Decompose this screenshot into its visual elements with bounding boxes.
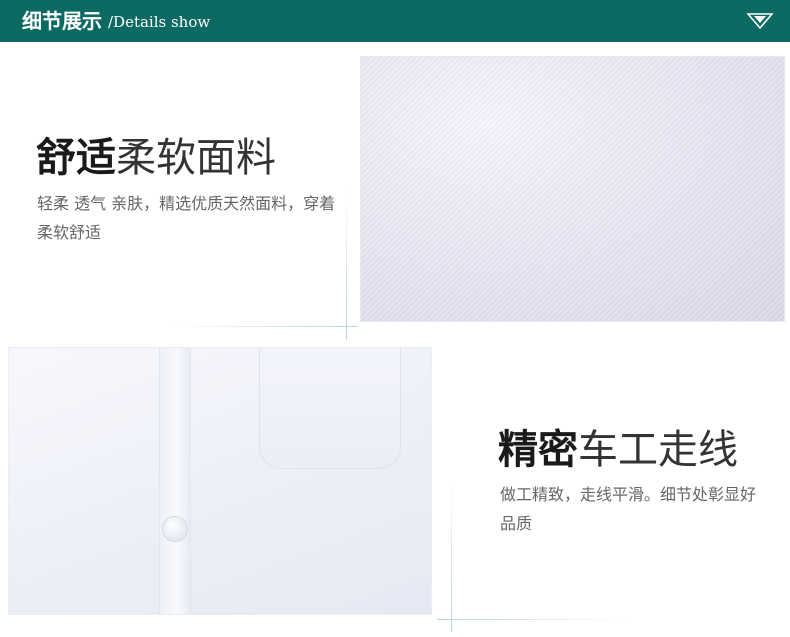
- chevron-down-icon: [746, 12, 774, 34]
- shirt-placket: [159, 348, 191, 614]
- section-header-bar: 细节展示 /Details show: [0, 0, 790, 42]
- fabric-texture-image: [360, 56, 785, 322]
- stitching-heading-bold: 精密: [498, 427, 578, 473]
- shirt-pocket: [259, 348, 401, 469]
- header-subtitle: /Details show: [108, 13, 211, 31]
- shirt-button-icon: [162, 516, 188, 542]
- header-title: 细节展示: [22, 9, 102, 33]
- decorative-line-horizontal: [437, 619, 627, 620]
- decorative-line-vertical: [346, 188, 347, 340]
- comfort-description: 轻柔 透气 亲肤，精选优质天然面料，穿着柔软舒适: [37, 194, 336, 242]
- comfort-heading: 舒适柔软面料: [36, 134, 276, 182]
- comfort-heading-bold: 舒适: [36, 135, 116, 181]
- shirt-detail-image: [8, 347, 432, 615]
- stitching-heading: 精密车工走线: [498, 426, 738, 474]
- stitching-description: 做工精致，走线平滑。细节处彰显好品质: [500, 485, 757, 533]
- comfort-heading-light: 柔软面料: [116, 135, 276, 181]
- decorative-line-horizontal: [170, 326, 358, 327]
- decorative-line-vertical: [451, 480, 452, 632]
- stitching-heading-light: 车工走线: [578, 427, 738, 473]
